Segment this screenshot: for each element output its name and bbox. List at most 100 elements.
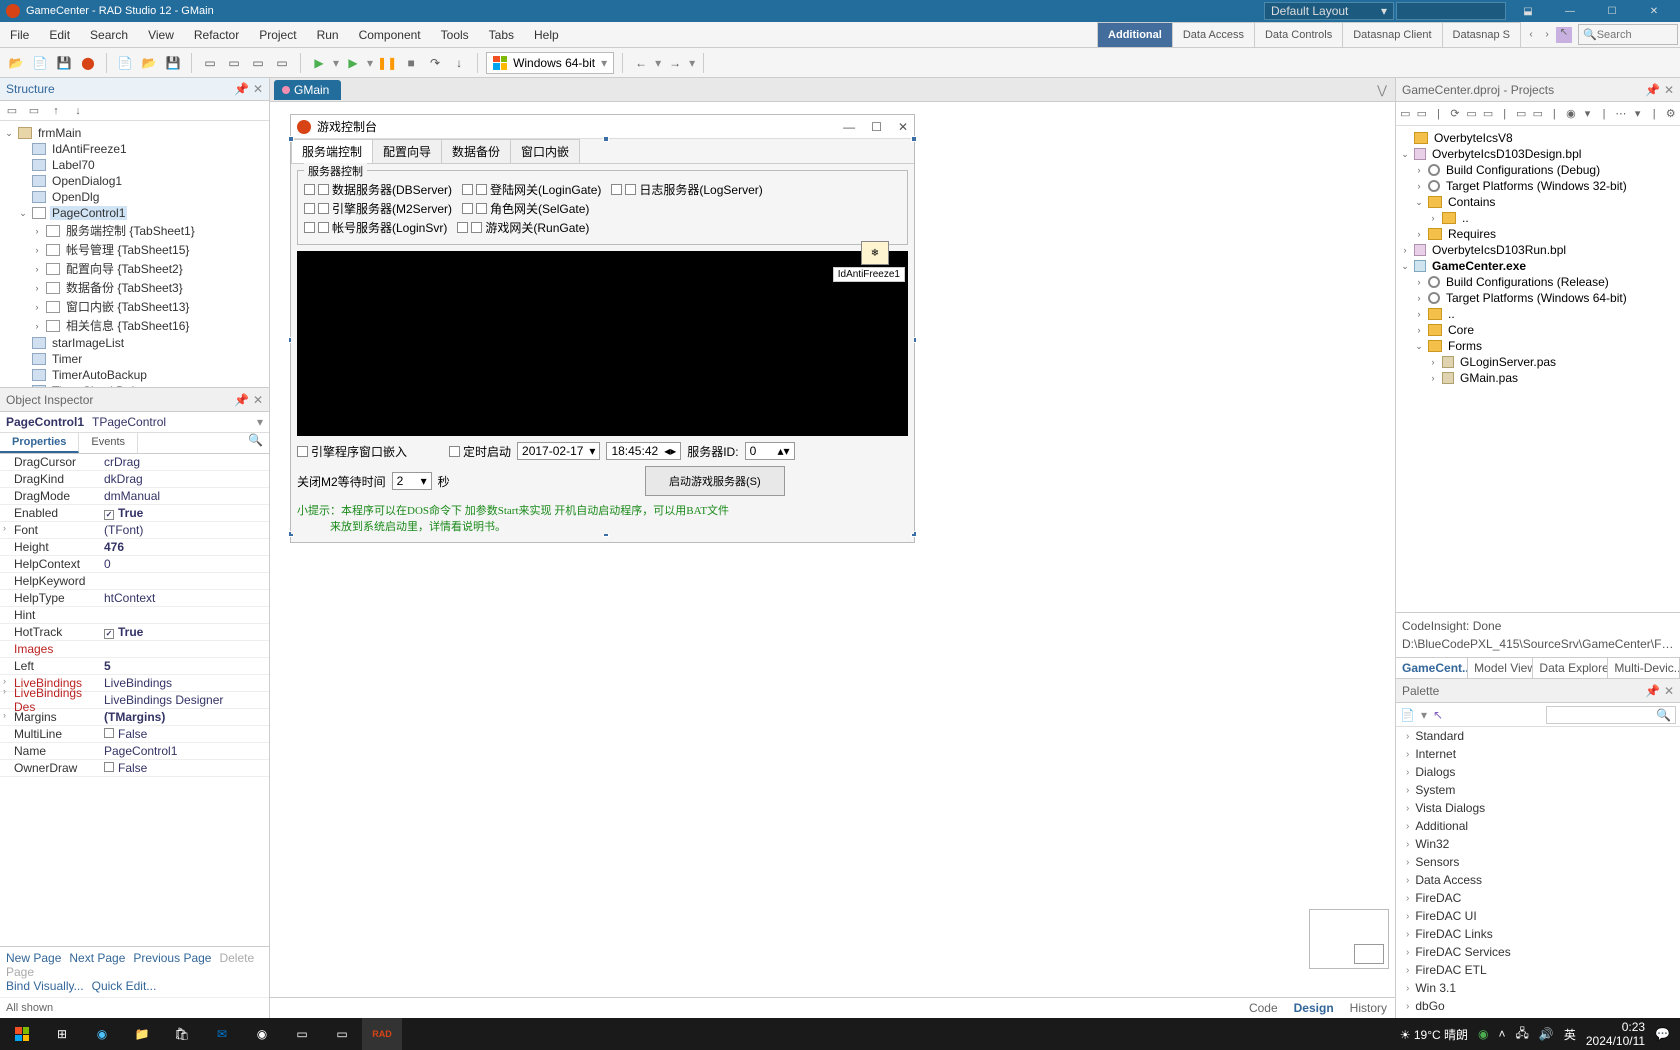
menu-project[interactable]: Project [249, 22, 306, 47]
palette-category[interactable]: Vista Dialogs [1396, 799, 1680, 817]
back-icon[interactable]: ← [631, 53, 651, 73]
up-icon[interactable]: ↑ [48, 103, 64, 119]
project-node[interactable]: ›.. [1400, 210, 1676, 226]
forward-icon[interactable]: → [665, 53, 685, 73]
project-node[interactable]: ›GMain.pas [1400, 370, 1676, 386]
oi-link[interactable]: Next Page [69, 951, 125, 965]
layout-combo[interactable]: Default Layout▾ [1264, 2, 1394, 20]
view-tab-design[interactable]: Design [1294, 1001, 1334, 1015]
pause-icon[interactable]: ❚❚ [377, 53, 397, 73]
network-icon[interactable]: 🖧 [1516, 1024, 1529, 1045]
menu-refactor[interactable]: Refactor [184, 22, 249, 47]
tree-node[interactable]: ⌄PageControl1 [4, 205, 265, 221]
menu-search[interactable]: Search [80, 22, 138, 47]
toggle-icon[interactable]: ▭ [248, 53, 268, 73]
task-view-icon[interactable]: ⊞ [42, 1018, 82, 1050]
property-row[interactable]: NamePageControl1 [0, 743, 269, 760]
view-unit-icon[interactable]: ▭ [224, 53, 244, 73]
menu-component[interactable]: Component [349, 22, 431, 47]
project-node[interactable]: ›OverbyteIcsD103Run.bpl [1400, 242, 1676, 258]
palette-tab[interactable]: Datasnap S [1442, 22, 1521, 47]
tree-node[interactable]: starImageList [4, 335, 265, 351]
start-server-button[interactable]: 启动游戏服务器(S) [645, 466, 785, 496]
chrome-icon[interactable]: ◉ [242, 1018, 282, 1050]
palette-category[interactable]: Dialogs [1396, 763, 1680, 781]
view-tab-code[interactable]: Code [1249, 1001, 1278, 1015]
palette-category[interactable]: FireDAC ETL [1396, 961, 1680, 979]
pin-icon[interactable]: 📌 [1645, 83, 1660, 97]
open-icon[interactable]: 📂 [6, 53, 26, 73]
palette-search[interactable]: 🔍 [1546, 706, 1676, 724]
log-memo[interactable] [297, 251, 908, 436]
tree-node[interactable]: ›配置向导 {TabSheet2} [4, 259, 265, 278]
palette-tab[interactable]: Data Controls [1254, 22, 1343, 47]
palette-category[interactable]: Win32 [1396, 835, 1680, 853]
pin-icon[interactable]: 📌 [234, 393, 249, 407]
palette-category[interactable]: FireDAC Services [1396, 943, 1680, 961]
app-icon[interactable]: ▭ [282, 1018, 322, 1050]
property-row[interactable]: LiveBindings DesLiveBindings Designer [0, 692, 269, 709]
view-tab-history[interactable]: History [1350, 1001, 1387, 1015]
server-checkbox[interactable]: 游戏网关(RunGate) [457, 219, 589, 236]
project-tab[interactable]: Data Explorer [1533, 658, 1608, 678]
property-row[interactable]: Font(TFont) [0, 522, 269, 539]
embed-checkbox[interactable]: 引擎程序窗口嵌入 [297, 443, 407, 460]
palette-category[interactable]: FireDAC UI [1396, 907, 1680, 925]
edge-icon[interactable]: ◉ [82, 1018, 122, 1050]
volume-icon[interactable]: 🔊 [1539, 1027, 1554, 1041]
tree-node[interactable]: ⌄frmMain [4, 125, 265, 141]
project-node[interactable]: ›Target Platforms (Windows 64-bit) [1400, 290, 1676, 306]
store-icon[interactable]: 🛍 [162, 1018, 202, 1050]
oi-link[interactable]: Previous Page [133, 951, 211, 965]
property-row[interactable]: Left5 [0, 658, 269, 675]
time-picker[interactable]: 18:45:42◂▸ [606, 442, 681, 460]
page-control[interactable]: 服务端控制配置向导数据备份窗口内嵌 [291, 139, 914, 164]
project-node[interactable]: ›Target Platforms (Windows 32-bit) [1400, 178, 1676, 194]
property-row[interactable]: DragModedmManual [0, 488, 269, 505]
menu-view[interactable]: View [138, 22, 184, 47]
close-panel-icon[interactable]: ✕ [253, 82, 263, 96]
editor-tab-gmain[interactable]: GMain [274, 80, 341, 100]
oi-component-selector[interactable]: PageControl1 TPageControl ▾ [0, 412, 269, 433]
minimize-button[interactable]: — [1550, 0, 1590, 22]
menu-tabs[interactable]: Tabs [479, 22, 524, 47]
new-file-icon[interactable]: 📄 [115, 53, 135, 73]
oi-link[interactable]: New Page [6, 951, 61, 965]
property-row[interactable]: Enabled✓True [0, 505, 269, 522]
explorer-icon[interactable]: 📁 [122, 1018, 162, 1050]
server-checkbox[interactable]: 角色网关(SelGate) [462, 200, 589, 217]
idantifreeze-component[interactable]: ❄ [861, 241, 889, 265]
open-file-icon[interactable]: 📂 [139, 53, 159, 73]
app-icon[interactable]: ▭ [322, 1018, 362, 1050]
timed-checkbox[interactable]: 定时启动 [449, 443, 511, 460]
tree-node[interactable]: Timer [4, 351, 265, 367]
new-icon[interactable]: ▭ [4, 103, 20, 119]
palette-category[interactable]: FireDAC [1396, 889, 1680, 907]
notifications-icon[interactable]: 💬 [1655, 1027, 1670, 1041]
server-checkbox[interactable]: 帐号服务器(LoginSvr) [304, 219, 447, 236]
del-icon[interactable]: ▭ [26, 103, 42, 119]
property-row[interactable]: HotTrack✓True [0, 624, 269, 641]
tree-node[interactable]: ›相关信息 {TabSheet16} [4, 316, 265, 335]
form-tab[interactable]: 窗口内嵌 [510, 139, 580, 163]
navigator-thumbnail[interactable] [1309, 909, 1389, 969]
ime-icon[interactable]: 英 [1564, 1026, 1576, 1043]
server-checkbox[interactable]: 引擎服务器(M2Server) [304, 200, 452, 217]
palette-list[interactable]: StandardInternetDialogsSystemVista Dialo… [1396, 727, 1680, 1018]
project-node[interactable]: ›Requires [1400, 226, 1676, 242]
menu-help[interactable]: Help [524, 22, 569, 47]
oi-link[interactable]: Bind Visually... [6, 979, 84, 993]
project-node[interactable]: OverbyteIcsV8 [1400, 130, 1676, 146]
run-nodbg-icon[interactable]: ▶ [343, 53, 363, 73]
menu-edit[interactable]: Edit [39, 22, 80, 47]
project-node[interactable]: ⌄Forms [1400, 338, 1676, 354]
palette-tab[interactable]: Datasnap Client [1342, 22, 1442, 47]
close-wait-input[interactable]: 2▾ [392, 472, 432, 490]
oi-link[interactable]: Quick Edit... [92, 979, 157, 993]
palette-category[interactable]: Standard [1396, 727, 1680, 745]
property-row[interactable]: Hint [0, 607, 269, 624]
arrow-icon[interactable]: ↖ [1433, 708, 1443, 722]
property-row[interactable]: OwnerDrawFalse [0, 760, 269, 777]
stop-icon[interactable]: ■ [401, 53, 421, 73]
tree-node[interactable]: OpenDlg [4, 189, 265, 205]
